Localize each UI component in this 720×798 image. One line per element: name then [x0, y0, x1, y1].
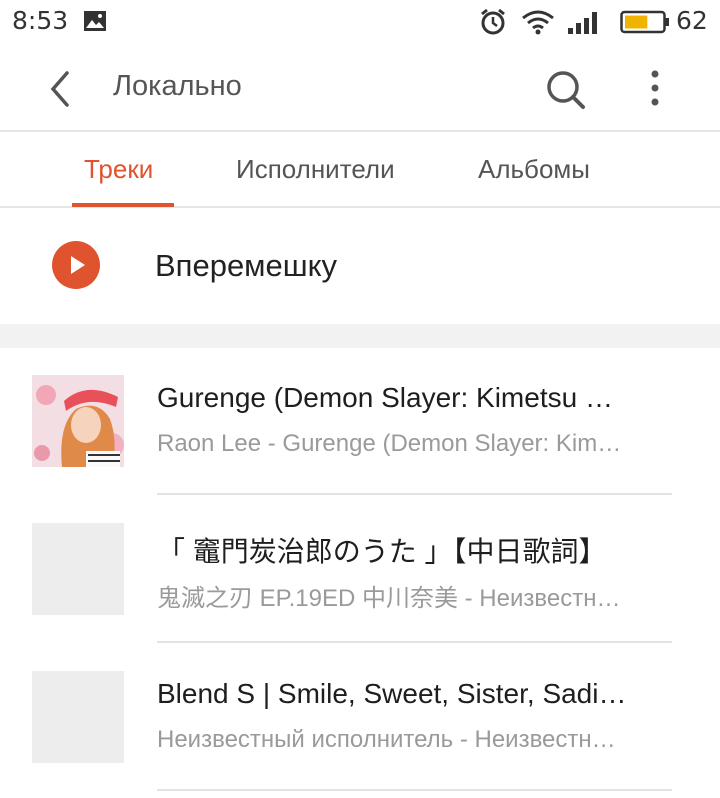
- search-button[interactable]: [544, 68, 588, 112]
- shuffle-label: Вперемешку: [155, 248, 338, 283]
- track-subtitle: Raon Lee - Gurenge (Demon Slayer: Kimets…: [157, 430, 627, 457]
- divider: [157, 641, 672, 643]
- active-tab-indicator: [72, 203, 174, 207]
- album-art-placeholder: [32, 671, 124, 763]
- signal-icon: [568, 12, 597, 34]
- shuffle-all-button[interactable]: Вперемешку: [0, 210, 720, 324]
- divider: [157, 493, 672, 495]
- search-icon: [547, 71, 585, 109]
- track-item[interactable]: Blend S | Smile, Sweet, Sister, Sadistic…: [0, 644, 720, 792]
- back-button[interactable]: [40, 68, 80, 110]
- gallery-icon: [84, 11, 106, 31]
- album-art-placeholder: [32, 523, 124, 615]
- app-bar: Локально: [0, 46, 720, 132]
- more-vert-icon: [651, 70, 659, 106]
- battery-level: 62: [676, 6, 708, 35]
- play-circle-icon: [52, 241, 100, 289]
- track-subtitle: Неизвестный исполнитель - Неизвестный ал…: [157, 726, 627, 753]
- battery-icon: [620, 10, 669, 34]
- wifi-icon: [522, 10, 554, 35]
- status-time: 8:53: [12, 6, 69, 35]
- page-title: Локально: [113, 70, 242, 102]
- tab-artists[interactable]: Исполнители: [236, 154, 395, 185]
- tab-tracks[interactable]: Треки: [84, 154, 153, 185]
- track-item[interactable]: Gurenge (Demon Slayer: Kimetsu no Yaiba)…: [0, 348, 720, 496]
- track-item[interactable]: 「 竈門炭治郎のうた 」【中日歌詞】 鬼滅之刃 EP.19ED 中川奈美 - Н…: [0, 496, 720, 644]
- track-title: Gurenge (Demon Slayer: Kimetsu no Yaiba): [157, 382, 627, 413]
- track-subtitle: 鬼滅之刃 EP.19ED 中川奈美 - Неизвестный альбом: [157, 585, 627, 612]
- section-separator: [0, 324, 720, 348]
- alarm-icon: [481, 8, 505, 35]
- back-arrow-icon: [50, 71, 69, 107]
- tab-bar: Треки Исполнители Альбомы: [0, 132, 720, 208]
- more-options-button[interactable]: [640, 66, 670, 112]
- divider: [157, 789, 672, 791]
- album-art: [32, 375, 124, 467]
- track-title: Blend S | Smile, Sweet, Sister, Sadistic…: [157, 678, 627, 709]
- status-bar: 8:53 62: [0, 0, 720, 46]
- album-art-image: [32, 375, 124, 467]
- tab-albums[interactable]: Альбомы: [478, 154, 590, 185]
- track-title: 「 竈門炭治郎のうた 」【中日歌詞】: [157, 536, 607, 567]
